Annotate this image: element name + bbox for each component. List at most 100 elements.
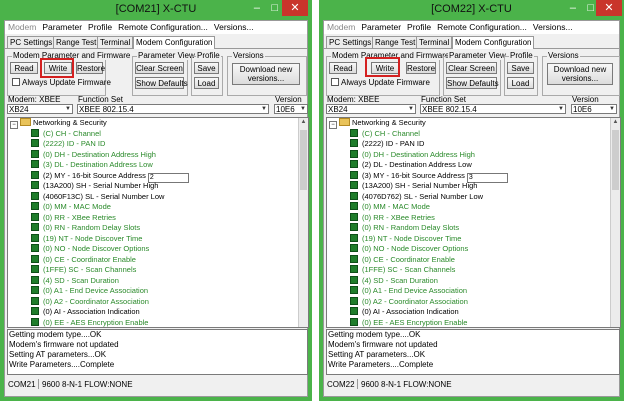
param-row-rr[interactable]: (0) RR - XBee Retries — [327, 212, 620, 224]
param-row-ai[interactable]: (0) AI - Association Indication — [8, 307, 308, 318]
param-row-id[interactable]: (2222) ID - PAN ID — [327, 139, 620, 150]
read-button[interactable]: Read — [329, 62, 357, 74]
save-button[interactable]: Save — [507, 62, 534, 74]
param-row-ce[interactable]: (0) CE - Coordinator Enable — [327, 254, 620, 266]
tree-scrollbar[interactable]: ▲ — [610, 118, 620, 327]
chevron-down-icon[interactable]: ▼ — [608, 105, 616, 113]
param-row-a1[interactable]: (0) A1 - End Device Association — [327, 286, 620, 297]
param-row-sc[interactable]: (1FFE) SC - Scan Channels — [327, 265, 620, 276]
tab-modem-configuration[interactable]: Modem Configuration — [133, 36, 216, 49]
modem-select[interactable]: XB24 ▼ — [326, 104, 416, 114]
show-defaults-button[interactable]: Show Defaults — [446, 77, 499, 89]
menu-remote-configuration[interactable]: Remote Configuration... — [115, 21, 211, 33]
param-row-mm[interactable]: (0) MM - MAC Mode — [8, 202, 308, 213]
download-new-versions-button[interactable]: Download new versions... — [547, 63, 613, 85]
load-button[interactable]: Load — [507, 77, 534, 89]
menu-modem[interactable]: Modem — [5, 21, 39, 33]
param-row-id[interactable]: (2222) ID - PAN ID — [8, 139, 308, 150]
param-row-sd[interactable]: (4) SD - Scan Duration — [8, 275, 308, 287]
param-row-rn[interactable]: (0) RN - Random Delay Slots — [8, 223, 308, 234]
tab-range-test[interactable]: Range Test — [53, 36, 100, 48]
download-new-versions-button[interactable]: Download new versions... — [232, 63, 300, 85]
clear-screen-button[interactable]: Clear Screen — [135, 62, 184, 74]
parameter-icon — [31, 286, 39, 294]
tab-pc-settings[interactable]: PC Settings — [326, 36, 375, 48]
param-row-ee[interactable]: (0) EE - AES Encryption Enable — [8, 317, 308, 328]
param-row-no[interactable]: (0) NO - Node Discover Options — [8, 244, 308, 255]
tab-pc-settings[interactable]: PC Settings — [7, 36, 56, 48]
param-row-a1[interactable]: (0) A1 - End Device Association — [8, 286, 308, 297]
param-row-ai[interactable]: (0) AI - Association Indication — [327, 307, 620, 318]
param-row-dh[interactable]: (0) DH - Destination Address High — [327, 149, 620, 161]
checkbox-box[interactable] — [12, 78, 20, 86]
param-row-dh[interactable]: (0) DH - Destination Address High — [8, 149, 308, 161]
menu-profile[interactable]: Profile — [404, 21, 434, 33]
param-row-mm[interactable]: (0) MM - MAC Mode — [327, 202, 620, 213]
tree-scrollbar[interactable]: ▲ — [298, 118, 308, 327]
always-update-firmware-checkbox[interactable]: Always Update Firmware — [12, 78, 111, 87]
param-row-a2[interactable]: (0) A2 - Coordinator Association — [8, 296, 308, 308]
param-row-ch[interactable]: (C) CH - Channel — [8, 128, 308, 140]
menu-modem[interactable]: Modem — [324, 21, 358, 33]
function-set-select[interactable]: XBEE 802.15.4 ▼ — [77, 104, 269, 114]
param-row-nt[interactable]: (19) NT - Node Discover Time — [327, 233, 620, 245]
tree-category-networking-security[interactable]: − Networking & Security — [327, 118, 620, 129]
menu-versions[interactable]: Versions... — [530, 21, 576, 33]
menu-versions[interactable]: Versions... — [211, 21, 257, 33]
menu-profile[interactable]: Profile — [85, 21, 115, 33]
param-row-my[interactable]: (2) MY - 16-bit Source Address 2 — [8, 170, 308, 183]
tree-category-networking-security[interactable]: − Networking & Security — [8, 118, 308, 129]
chevron-down-icon[interactable]: ▼ — [64, 105, 72, 113]
show-defaults-button[interactable]: Show Defaults — [135, 77, 188, 89]
modem-select[interactable]: XB24 ▼ — [7, 104, 73, 114]
param-row-sl[interactable]: (4060F13C) SL - Serial Number Low — [8, 191, 308, 203]
chevron-down-icon[interactable]: ▼ — [260, 105, 268, 113]
title-bar[interactable]: – □ ✕ [COM22] X-CTU — [319, 0, 624, 20]
param-row-sh[interactable]: (13A200) SH - Serial Number High — [8, 181, 308, 192]
save-button[interactable]: Save — [194, 62, 219, 74]
param-row-sc[interactable]: (1FFE) SC - Scan Channels — [8, 265, 308, 276]
param-row-rr[interactable]: (0) RR - XBee Retries — [8, 212, 308, 224]
scrollbar-thumb[interactable] — [300, 130, 307, 190]
param-row-dl[interactable]: (3) DL - Destination Address Low — [8, 160, 308, 171]
always-update-firmware-checkbox[interactable]: Always Update Firmware — [331, 78, 430, 87]
param-row-dl[interactable]: (2) DL - Destination Address Low — [327, 160, 620, 171]
load-button[interactable]: Load — [194, 77, 219, 89]
param-row-nt[interactable]: (19) NT - Node Discover Time — [8, 233, 308, 245]
chevron-down-icon[interactable]: ▼ — [407, 105, 415, 113]
param-row-ce[interactable]: (0) CE - Coordinator Enable — [8, 254, 308, 266]
tab-range-test[interactable]: Range Test — [372, 36, 419, 48]
param-row-ch[interactable]: (C) CH - Channel — [327, 128, 620, 140]
param-label: (13A200) SH - Serial Number High — [362, 181, 478, 190]
scroll-up-icon[interactable]: ▲ — [299, 118, 308, 126]
param-row-rn[interactable]: (0) RN - Random Delay Slots — [327, 223, 620, 234]
param-row-sl[interactable]: (4076D762) SL - Serial Number Low — [327, 191, 620, 203]
restore-button[interactable]: Restore — [76, 62, 105, 74]
param-row-no[interactable]: (0) NO - Node Discover Options — [327, 244, 620, 255]
tab-terminal[interactable]: Terminal — [416, 36, 453, 48]
param-row-my[interactable]: (3) MY - 16-bit Source Address 3 — [327, 170, 620, 183]
version-select[interactable]: 10E6 ▼ — [274, 104, 308, 114]
menu-parameter[interactable]: Parameter — [39, 21, 85, 33]
scrollbar-thumb[interactable] — [612, 130, 619, 190]
chevron-down-icon[interactable]: ▼ — [299, 105, 307, 113]
checkbox-box[interactable] — [331, 78, 339, 86]
read-button[interactable]: Read — [10, 62, 38, 74]
title-bar[interactable]: – □ ✕ [COM21] X-CTU — [0, 0, 312, 20]
tab-modem-configuration[interactable]: Modem Configuration — [452, 36, 535, 49]
param-row-a2[interactable]: (0) A2 - Coordinator Association — [327, 296, 620, 308]
param-label: (0) NO - Node Discover Options — [43, 244, 150, 253]
param-row-sh[interactable]: (13A200) SH - Serial Number High — [327, 181, 620, 192]
restore-button[interactable]: Restore — [406, 62, 436, 74]
window-title: [COM22] X-CTU — [431, 3, 512, 15]
version-select[interactable]: 10E6 ▼ — [571, 104, 617, 114]
scroll-up-icon[interactable]: ▲ — [611, 118, 620, 126]
tab-terminal[interactable]: Terminal — [97, 36, 134, 48]
clear-screen-button[interactable]: Clear Screen — [446, 62, 497, 74]
param-row-ee[interactable]: (0) EE - AES Encryption Enable — [327, 317, 620, 328]
menu-parameter[interactable]: Parameter — [358, 21, 404, 33]
function-set-select[interactable]: XBEE 802.15.4 ▼ — [420, 104, 566, 114]
menu-remote-configuration[interactable]: Remote Configuration... — [434, 21, 530, 33]
param-row-sd[interactable]: (4) SD - Scan Duration — [327, 275, 620, 287]
chevron-down-icon[interactable]: ▼ — [557, 105, 565, 113]
